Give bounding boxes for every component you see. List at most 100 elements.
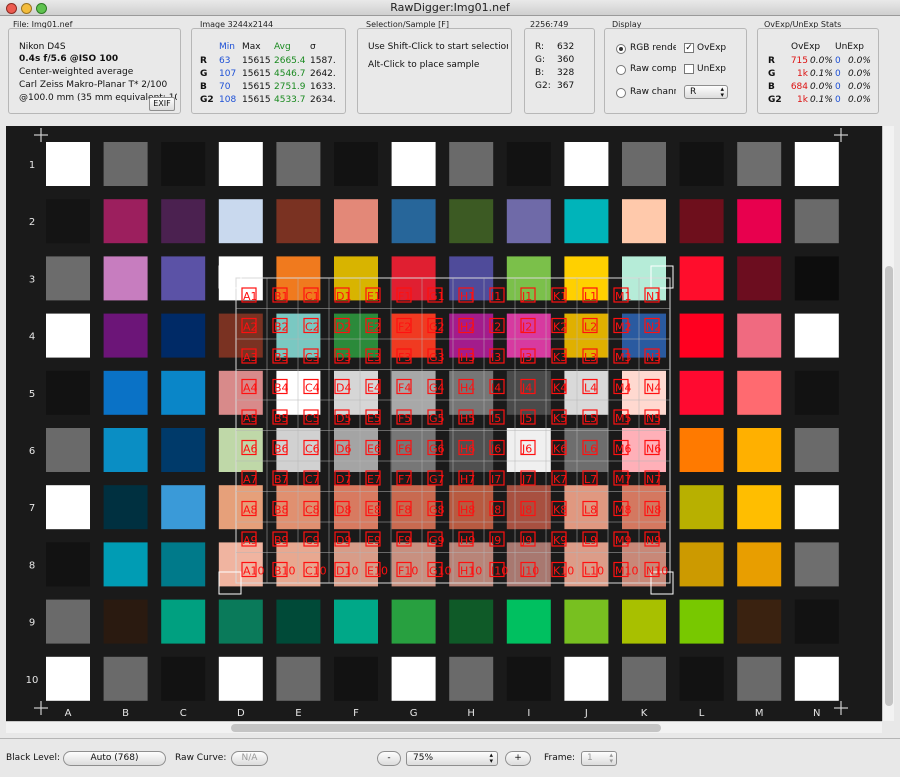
channel-select-value: R [690,87,697,97]
bottom-divider [0,738,900,739]
color-patch [564,199,609,244]
ovexp-count: 684 [790,82,808,92]
sample-label: F4 [398,382,411,395]
pixel-channel-label: G2: [535,81,551,91]
frame-label: Frame: [544,753,576,763]
exif-button[interactable]: EXIF [149,97,175,111]
sample-label: D8 [336,504,351,517]
color-patch [103,199,148,244]
sample-label: C1 [305,290,320,303]
color-patch [46,313,90,358]
sample-label: D9 [336,534,351,547]
sample-label: L1 [584,290,597,303]
color-patch [794,313,839,358]
raw-channel-radio[interactable] [616,88,626,98]
image-stat-min: 70 [219,82,231,92]
image-stat-avg: 4546.7 [274,69,306,79]
color-patch [506,656,551,701]
image-stat-avg: 2751.9 [274,82,306,92]
sample-label: B2 [274,321,289,334]
sample-label: A9 [243,534,258,547]
sample-label: H2 [460,321,475,334]
color-patch [449,142,494,186]
unexp-count: 0 [835,95,841,105]
sample-label: M1 [615,290,632,303]
sample-label: F6 [398,443,411,456]
exposure-stats-panel: OvExp UnExp R 715 0.0% 0 0.0% G 1k 0.1% 0 0.0% B 68… [757,28,879,114]
unexp-checkbox[interactable] [684,64,694,74]
pixel-channel-value: 360 [557,55,575,65]
unexp-percent: 0.0% [848,95,871,105]
sample-label: L9 [584,534,597,547]
horizontal-scrollbar[interactable] [6,721,882,733]
sample-label: C8 [305,504,320,517]
color-patch [449,656,494,701]
sample-label: N1 [646,290,661,303]
color-patch [794,542,839,587]
sample-label: M6 [615,443,632,456]
sample-label: K3 [553,351,567,364]
zoom-in-button[interactable]: + [505,751,531,766]
color-patch [622,199,666,244]
ovexp-count: 1k [797,69,808,79]
sample-label: C6 [305,443,320,456]
sample-label: K7 [553,473,567,486]
sample-label: L6 [584,443,597,456]
sample-label: G8 [429,504,445,517]
sample-label: M8 [615,504,632,517]
black-level-button[interactable]: Auto (768) [63,751,166,766]
sample-label: D4 [336,382,351,395]
color-patch [161,656,206,701]
color-patch [46,485,90,530]
zoom-select[interactable]: 75% ▴ ▾ [406,751,498,766]
sample-label: M4 [615,382,632,395]
image-stat-sigma: 1587. [310,56,336,66]
sample-label: H10 [460,565,482,578]
color-patch [737,199,782,244]
sample-label: B9 [274,534,289,547]
vertical-scrollbar[interactable] [882,126,894,721]
unexp-count: 0 [835,69,841,79]
sample-label: E10 [367,565,388,578]
color-patch [737,313,782,358]
color-patch [391,599,436,644]
channel-select[interactable]: R ▴ ▾ [684,85,728,99]
sample-label: G2 [429,321,445,334]
frame-select[interactable]: 1 ▴ ▾ [581,751,617,766]
image-stat-min: 107 [219,69,237,79]
color-patch [794,199,839,244]
horizontal-scroll-thumb[interactable] [231,724,661,732]
raw-curve-button[interactable]: N/A [231,751,268,766]
raw-composite-radio[interactable] [616,65,626,75]
sample-label: K9 [553,534,567,547]
color-patch [737,599,782,644]
color-patch [506,142,551,186]
color-patch [449,199,494,244]
image-stat-max: 15615 [242,56,271,66]
sample-label: E2 [367,321,381,334]
sample-label: F10 [398,565,418,578]
sample-label: B10 [274,565,296,578]
zoom-out-button[interactable]: - [377,751,401,766]
color-patch [334,656,378,701]
color-patch [103,485,148,530]
row-label: 10 [26,675,39,686]
black-level-label: Black Level: [6,753,60,763]
color-patch [564,599,609,644]
sample-label: I7 [491,473,501,486]
color-patch [622,142,666,186]
rgb-render-radio[interactable] [616,44,626,54]
color-patch [737,656,782,701]
sample-label: I10 [491,565,508,578]
image-stat-min: 63 [219,56,231,66]
sample-label: A2 [243,321,258,334]
image-stat-ch: R [200,56,207,66]
sample-label: N7 [646,473,661,486]
sample-label: L10 [584,565,604,578]
vertical-scroll-thumb[interactable] [885,266,893,706]
sample-label: F7 [398,473,411,486]
color-patch [46,542,90,587]
row-label: 9 [29,618,35,629]
ovexp-checkbox[interactable]: ✓ [684,43,694,53]
image-viewer[interactable]: 1 2 3 4 5 6 7 8 9 10 A B C D E F G H I J K L M N A1 B1 C1 D1 E1 F1 G1 H… [6,126,882,721]
